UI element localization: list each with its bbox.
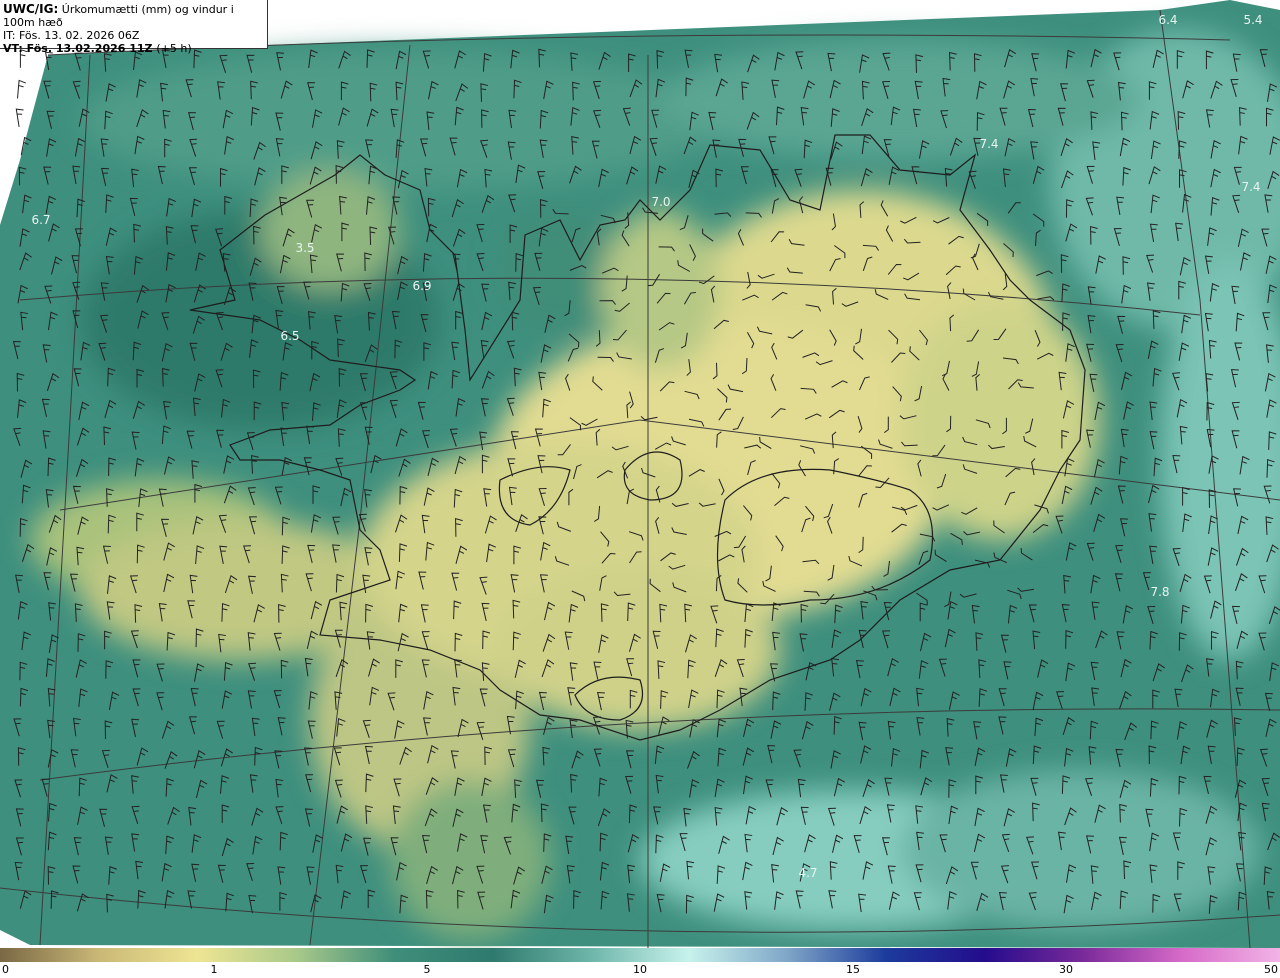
map-panel: UWC/IG: Úrkomumætti (mm) og vindur i 100… — [0, 0, 1280, 948]
colorbar-tick-label: 0 — [2, 963, 9, 976]
wind-barb — [17, 79, 27, 99]
map-value-label: 6.4 — [1158, 13, 1178, 27]
map-value-label: 7.4 — [1241, 180, 1261, 194]
map-value-label: 7.4 — [979, 137, 999, 151]
product-code: UWC/IG: — [3, 2, 59, 16]
map-value-label: 5.4 — [1243, 13, 1263, 27]
colorbar-tick-label: 15 — [846, 963, 860, 976]
colorbar-tick-label: 10 — [633, 963, 647, 976]
map-value-label: 6.7 — [31, 213, 51, 227]
colorbar — [0, 948, 1280, 962]
map-legend: UWC/IG: Úrkomumætti (mm) og vindur i 100… — [0, 0, 268, 55]
init-time: IT: Fös. 13. 02. 2026 06Z — [3, 29, 140, 42]
map-value-label: 7.8 — [1150, 585, 1170, 599]
map-value-label: 7.0 — [651, 195, 671, 209]
map-value-label: 3.5 — [295, 241, 315, 255]
colorbar-tick-label: 5 — [423, 963, 431, 976]
map-value-label: 6.5 — [280, 329, 300, 343]
colorbar-tick-label: 30 — [1059, 963, 1073, 976]
lead-time: (+5 h) — [156, 42, 192, 55]
colorbar-tick-label: 1 — [210, 963, 218, 976]
map-value-label: 4.7 — [798, 866, 818, 880]
wind-barb — [15, 108, 24, 127]
colorbar-tick-label: 50 — [1264, 963, 1278, 976]
valid-time: VT: Fös. 13.02.2026 11Z — [3, 42, 153, 55]
map-value-label: 6.9 — [412, 279, 432, 293]
weather-map — [0, 0, 1280, 948]
